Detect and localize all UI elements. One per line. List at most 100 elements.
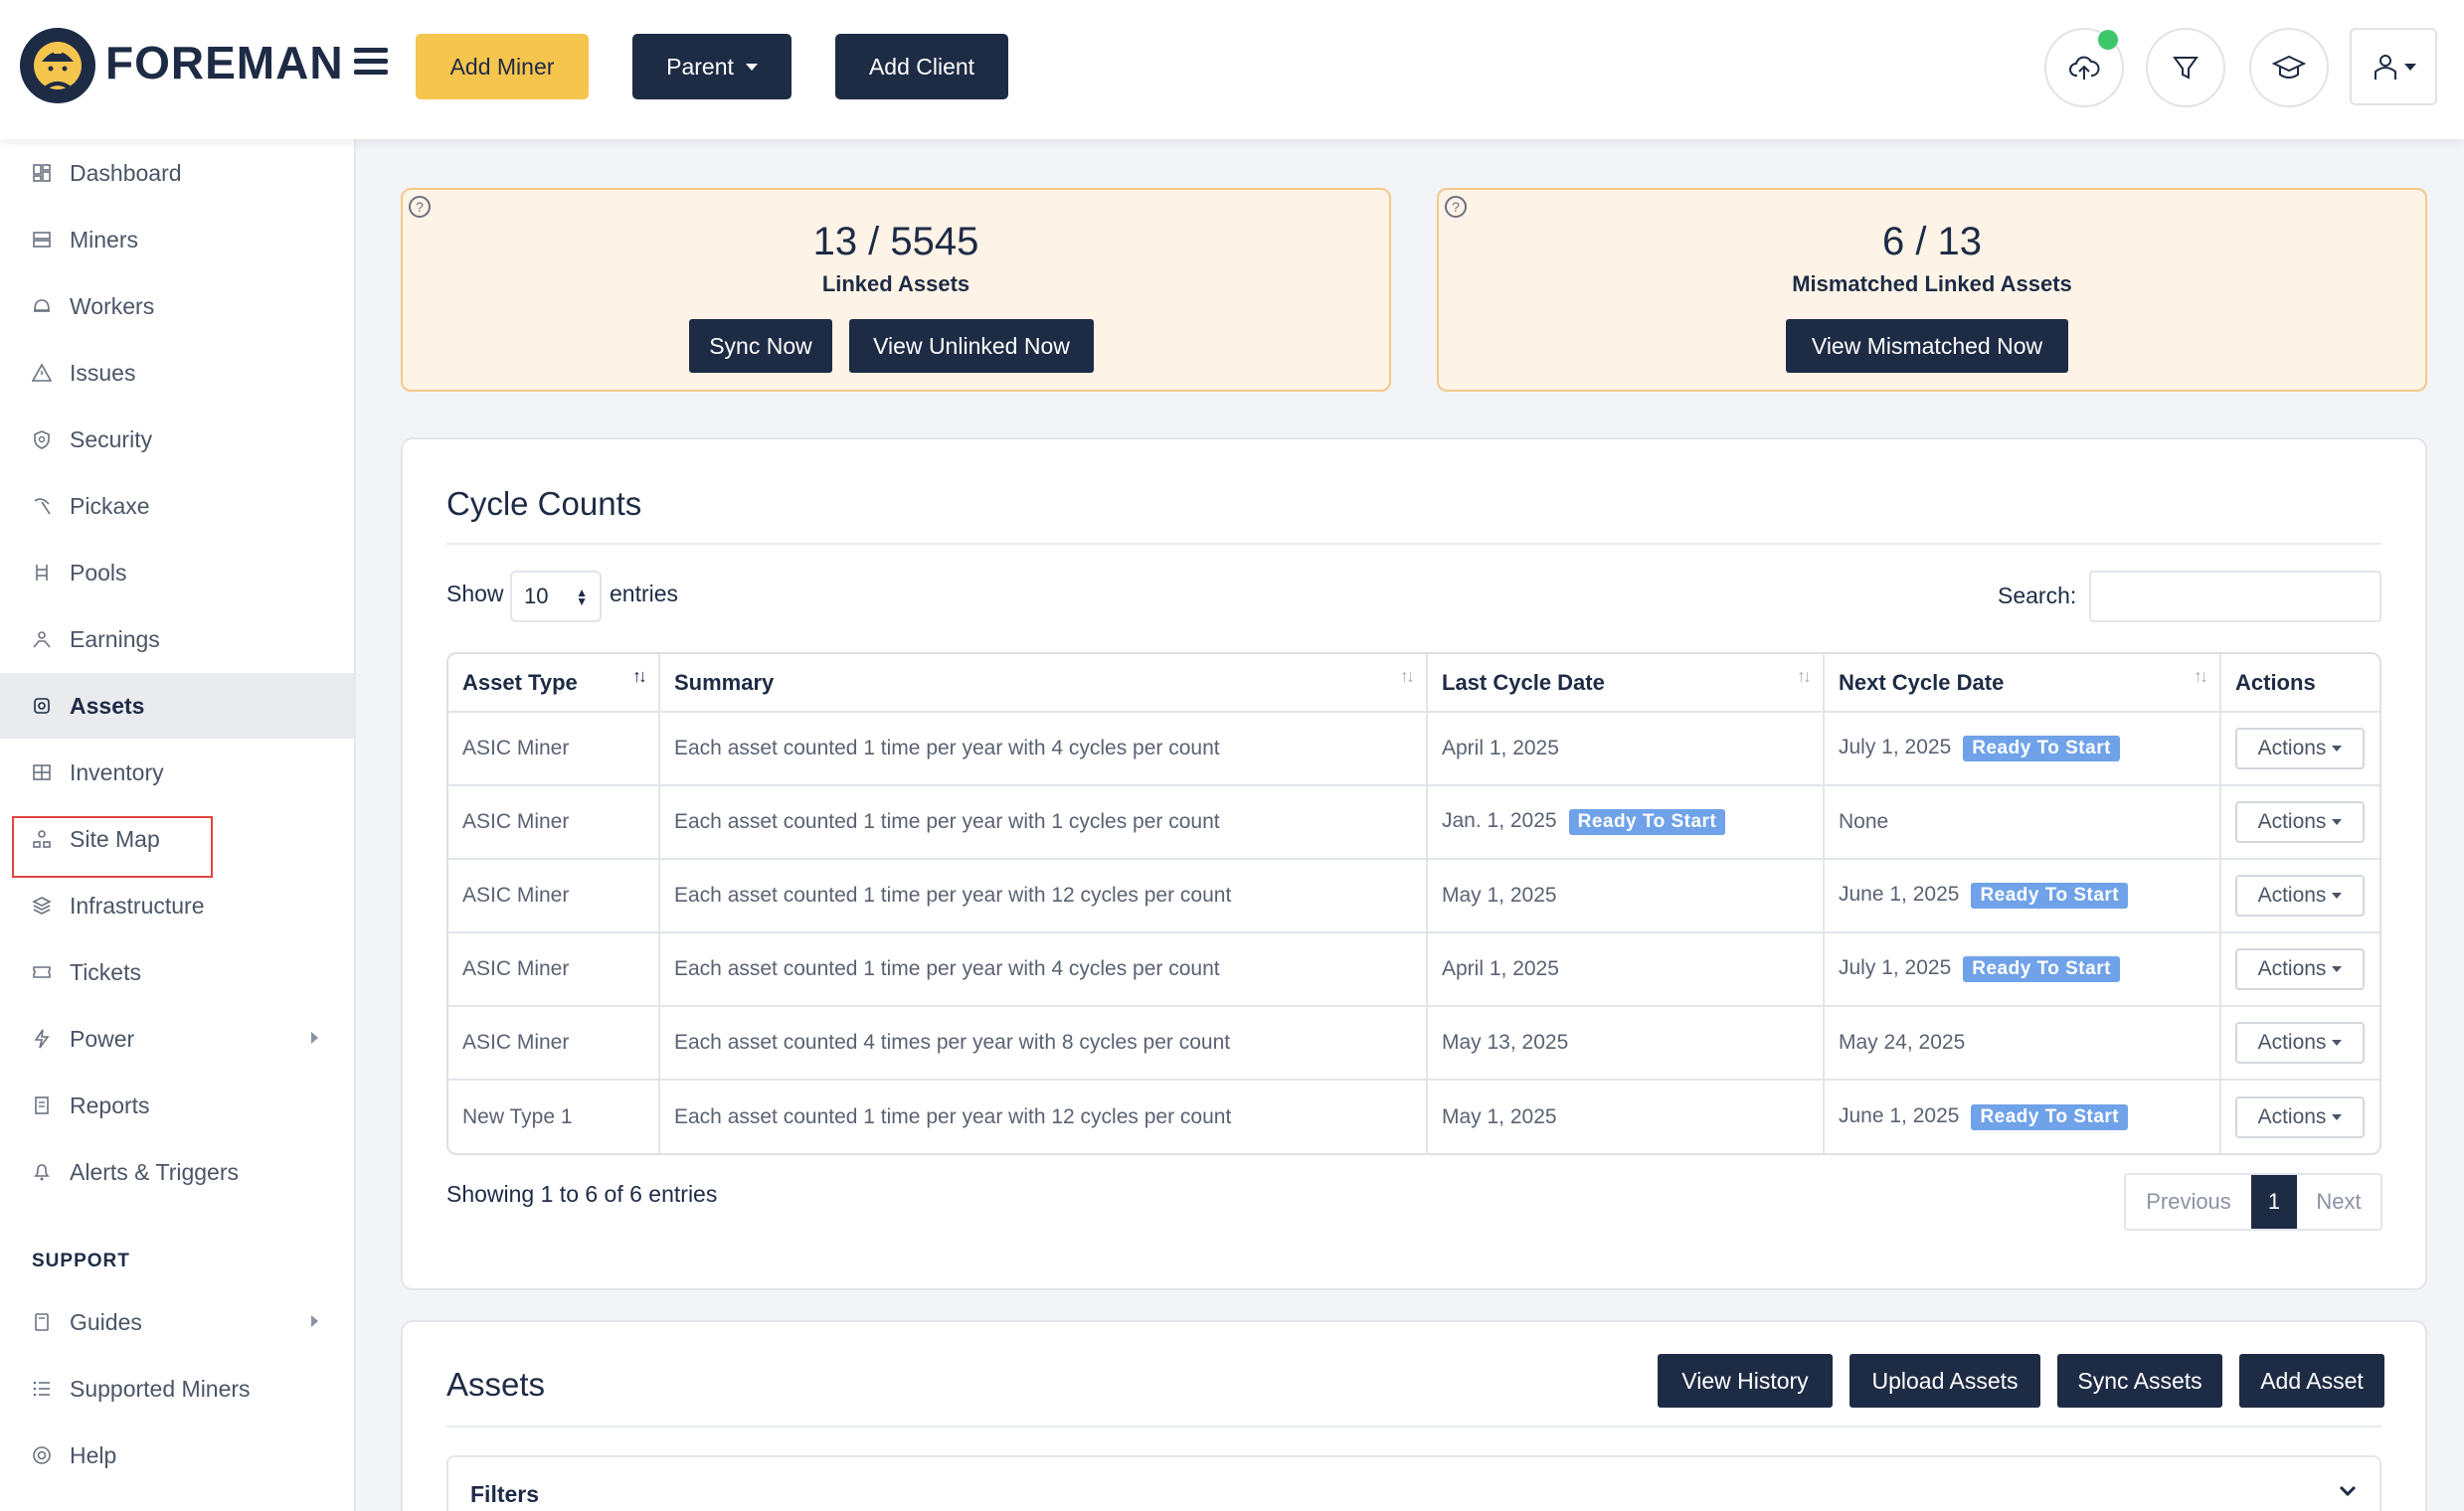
sidebar-item-workers[interactable]: Workers	[0, 273, 354, 339]
sidebar-item-guides[interactable]: Guides	[0, 1289, 354, 1355]
sidebar-item-label: Reports	[70, 1091, 150, 1118]
cell-last-cycle-date: April 1, 2025	[1427, 931, 1825, 1006]
upload-assets-button[interactable]: Upload Assets	[1849, 1354, 2040, 1408]
search-input[interactable]	[2089, 571, 2381, 622]
menu-toggle-icon[interactable]	[354, 48, 388, 76]
actions-dropdown-button[interactable]: Actions	[2235, 1022, 2365, 1064]
graduation-cap-icon	[2272, 55, 2306, 79]
sidebar-item-assets[interactable]: Assets	[0, 673, 354, 739]
status-badge: Ready To Start	[1568, 809, 1726, 835]
next-page-button[interactable]: Next	[2297, 1175, 2380, 1229]
table-row: New Type 1 Each asset counted 1 time per …	[448, 1079, 2379, 1153]
add-miner-button[interactable]: Add Miner	[416, 34, 589, 99]
page-1-button[interactable]: 1	[2251, 1175, 2297, 1229]
status-badge: Ready To Start	[1963, 956, 2120, 982]
view-history-button[interactable]: View History	[1658, 1354, 1833, 1408]
actions-dropdown-button[interactable]: Actions	[2235, 948, 2365, 990]
col-asset-type[interactable]: Asset Type ↑↓	[448, 654, 660, 712]
cell-asset-type: ASIC Miner	[448, 784, 660, 859]
sidebar-item-infrastructure[interactable]: Infrastructure	[0, 873, 354, 938]
status-badge: Ready To Start	[1963, 736, 2120, 761]
sidebar-item-earnings[interactable]: Earnings	[0, 606, 354, 672]
sidebar-item-site-map[interactable]: Site Map	[0, 806, 354, 872]
entries-value: 10	[524, 584, 549, 608]
earnings-icon	[33, 631, 51, 648]
caret-down-icon	[2332, 893, 2343, 899]
cell-summary: Each asset counted 1 time per year with …	[659, 784, 1428, 859]
user-menu-button[interactable]	[2350, 28, 2437, 105]
actions-label: Actions	[2257, 957, 2327, 980]
sidebar-item-reports[interactable]: Reports	[0, 1073, 354, 1138]
sidebar-item-tickets[interactable]: Tickets	[0, 939, 354, 1005]
filters-accordion[interactable]: Filters	[446, 1455, 2381, 1511]
sync-assets-button[interactable]: Sync Assets	[2057, 1354, 2222, 1408]
support-section-title: SUPPORT	[32, 1251, 130, 1271]
sidebar-item-label: Issues	[70, 359, 136, 386]
sync-now-button[interactable]: Sync Now	[689, 319, 832, 373]
cell-next-cycle-date: May 24, 2025	[1824, 1005, 2221, 1080]
previous-page-button[interactable]: Previous	[2126, 1175, 2251, 1229]
actions-dropdown-button[interactable]: Actions	[2235, 728, 2365, 769]
table-row: ASIC Miner Each asset counted 1 time per …	[448, 931, 2379, 1006]
sidebar-item-miners[interactable]: Miners	[0, 207, 354, 272]
actions-dropdown-button[interactable]: Actions	[2235, 1095, 2365, 1138]
col-next-cycle-date[interactable]: Next Cycle Date ↑↓	[1824, 654, 2221, 712]
lifebuoy-icon	[33, 1446, 51, 1464]
actions-dropdown-button[interactable]: Actions	[2235, 875, 2365, 917]
caret-down-icon	[2332, 746, 2343, 752]
sidebar-item-label: Pickaxe	[70, 492, 150, 519]
filters-label: Filters	[470, 1481, 540, 1507]
list-icon	[33, 1381, 50, 1397]
sidebar-item-help[interactable]: Help	[0, 1423, 354, 1488]
help-icon[interactable]: ?	[1445, 196, 1467, 218]
sidebar-item-alerts-triggers[interactable]: Alerts & Triggers	[0, 1139, 354, 1205]
sidebar-item-pickaxe[interactable]: Pickaxe	[0, 473, 354, 539]
summary-text: Each asset counted 1 time per year with …	[674, 884, 1232, 907]
academy-button[interactable]	[2249, 28, 2329, 107]
cell-asset-type: ASIC Miner	[448, 931, 660, 1006]
sidebar-item-inventory[interactable]: Inventory	[0, 740, 354, 805]
col-summary[interactable]: Summary ↑↓	[659, 654, 1428, 712]
dashboard-icon	[33, 164, 51, 182]
table-row: ASIC Miner Each asset counted 1 time per …	[448, 858, 2379, 932]
sidebar-item-label: Workers	[70, 292, 155, 319]
help-icon[interactable]: ?	[409, 196, 431, 218]
view-mismatched-button[interactable]: View Mismatched Now	[1786, 319, 2068, 373]
col-last-cycle-date[interactable]: Last Cycle Date ↑↓	[1427, 654, 1825, 712]
cell-actions: Actions	[2220, 931, 2379, 1006]
cell-last-cycle-date: Jan. 1, 2025 Ready To Start	[1427, 784, 1825, 859]
sidebar-item-label: Pools	[70, 559, 127, 586]
next-cycle-date-text: None	[1839, 810, 1889, 833]
sidebar-item-supported-miners[interactable]: Supported Miners	[0, 1356, 354, 1422]
actions-label: Actions	[2257, 1104, 2327, 1128]
entries-select[interactable]: 10 ▲ ▼	[510, 571, 602, 622]
view-unlinked-button[interactable]: View Unlinked Now	[849, 319, 1094, 373]
chevron-down-icon	[2339, 1485, 2357, 1497]
sidebar-item-label: Inventory	[70, 758, 164, 785]
add-asset-button[interactable]: Add Asset	[2239, 1354, 2384, 1408]
mismatched-assets-label: Mismatched Linked Assets	[1792, 271, 2072, 296]
mismatched-assets-card: ? 6 / 13 Mismatched Linked Assets View M…	[1437, 188, 2427, 392]
mismatched-assets-value: 6 / 13	[1881, 220, 1983, 263]
parent-dropdown-button[interactable]: Parent	[632, 34, 792, 99]
pools-icon	[36, 565, 48, 581]
actions-dropdown-button[interactable]: Actions	[2235, 801, 2365, 843]
sidebar-item-pools[interactable]: Pools	[0, 540, 354, 605]
sidebar-item-dashboard[interactable]: Dashboard	[0, 140, 354, 206]
sidebar-item-label: Security	[70, 425, 153, 452]
status-badge: Ready To Start	[1971, 1103, 2129, 1130]
sidebar-item-issues[interactable]: Issues	[0, 340, 354, 406]
cell-next-cycle-date: June 1, 2025 Ready To Start	[1824, 858, 2221, 932]
linked-assets-label: Linked Assets	[821, 271, 970, 296]
cell-summary: Each asset counted 1 time per year with …	[659, 1079, 1428, 1153]
sidebar-item-power[interactable]: Power	[0, 1006, 354, 1072]
sidebar-item-security[interactable]: Security	[0, 407, 354, 472]
filter-button[interactable]	[2146, 28, 2225, 107]
table-row: ASIC Miner Each asset counted 1 time per …	[448, 711, 2379, 785]
assets-panel: Assets View History Upload Assets Sync A…	[401, 1320, 2427, 1511]
helmet-icon	[34, 299, 50, 312]
add-client-button[interactable]: Add Client	[835, 34, 1008, 99]
next-cycle-date-text: June 1, 2025	[1839, 883, 1960, 906]
foreman-logo[interactable]	[20, 28, 95, 103]
upload-cloud-button[interactable]	[2044, 28, 2124, 107]
